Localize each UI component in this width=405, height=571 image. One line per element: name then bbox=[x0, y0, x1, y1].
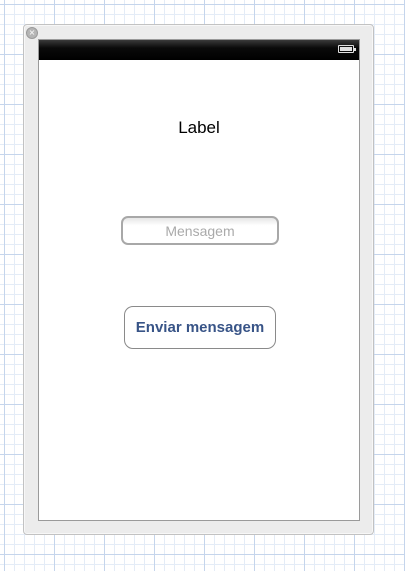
send-message-button[interactable]: Enviar mensagem bbox=[124, 306, 276, 349]
battery-icon bbox=[338, 45, 356, 53]
status-bar bbox=[39, 40, 359, 60]
label: Label bbox=[178, 118, 220, 137]
close-icon[interactable]: × bbox=[26, 27, 38, 39]
iphone-screen: Label Enviar mensagem bbox=[38, 39, 360, 521]
message-field[interactable] bbox=[121, 216, 279, 245]
view-controller-frame: × Label Enviar mensagem bbox=[23, 24, 374, 535]
